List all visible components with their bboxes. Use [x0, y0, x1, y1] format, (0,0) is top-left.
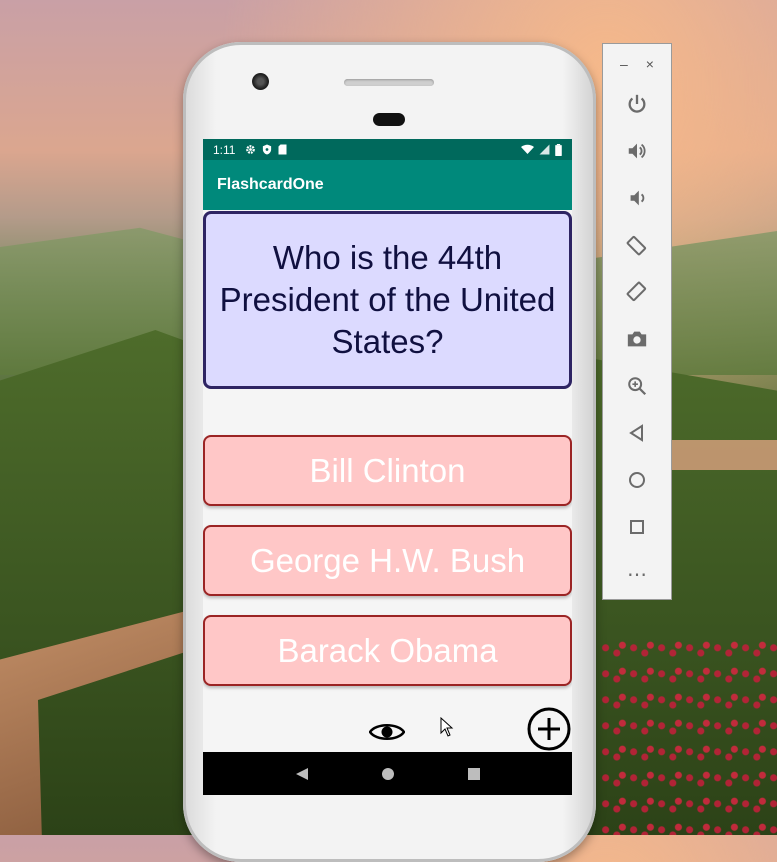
add-card-button[interactable] [527, 707, 571, 751]
power-button[interactable] [622, 89, 652, 119]
back-button[interactable] [622, 418, 652, 448]
minimize-button[interactable]: – [620, 56, 628, 72]
navigation-bar [203, 752, 572, 795]
front-camera [252, 73, 269, 90]
camera-icon [627, 331, 647, 347]
rotate-left-button[interactable] [622, 230, 652, 260]
flashcard-question[interactable]: Who is the 44th President of the United … [203, 211, 572, 389]
screenshot-button[interactable] [622, 324, 652, 354]
home-icon[interactable] [381, 767, 395, 781]
home-button[interactable] [622, 465, 652, 495]
zoom-icon [628, 377, 647, 396]
back-icon[interactable] [295, 767, 309, 781]
more-icon: ⋯ [627, 563, 647, 586]
app-title: FlashcardOne [217, 176, 324, 193]
signal-icon [539, 144, 550, 155]
zoom-button[interactable] [622, 371, 652, 401]
overview-button[interactable] [622, 512, 652, 542]
overview-icon [630, 520, 644, 534]
back-icon [629, 424, 643, 442]
device-screen: 1:11 FlashcardOne Who is the 44th Presid… [203, 139, 572, 795]
background-fence-right [672, 440, 777, 470]
shield-icon [263, 144, 272, 155]
answer-option-2[interactable]: George H.W. Bush [203, 525, 572, 596]
volume-up-icon [628, 143, 646, 159]
power-icon [628, 94, 646, 113]
answer-label: Bill Clinton [309, 451, 466, 489]
background-flowers [600, 640, 777, 835]
volume-up-button[interactable] [622, 136, 652, 166]
mouse-cursor [440, 717, 454, 737]
eye-icon [369, 724, 405, 740]
rotate-right-button[interactable] [622, 277, 652, 307]
rotate-right-icon [626, 281, 647, 302]
close-button[interactable]: × [646, 56, 654, 72]
status-time: 1:11 [213, 142, 236, 157]
earpiece-speaker [344, 79, 434, 86]
settings-icon [246, 145, 256, 154]
sd-card-icon [278, 144, 287, 155]
add-circle-icon [527, 707, 571, 751]
volume-down-button[interactable] [622, 183, 652, 213]
volume-down-icon [630, 190, 645, 206]
home-icon [629, 472, 645, 488]
battery-icon [555, 143, 562, 156]
status-bar: 1:11 [203, 139, 572, 160]
question-text: Who is the 44th President of the United … [219, 239, 556, 360]
answer-label: Barack Obama [277, 631, 498, 669]
app-bar: FlashcardOne [203, 160, 572, 210]
rotate-left-icon [626, 235, 647, 256]
wifi-icon [521, 144, 534, 154]
answer-option-1[interactable]: Bill Clinton [203, 435, 572, 506]
more-button[interactable]: ⋯ [622, 559, 652, 589]
emulator-toolbar: – × ⋯ [602, 43, 672, 600]
answer-option-3[interactable]: Barack Obama [203, 615, 572, 686]
answer-label: George H.W. Bush [249, 541, 526, 579]
toggle-answers-button[interactable] [369, 719, 405, 745]
proximity-sensor [373, 113, 405, 126]
overview-icon[interactable] [467, 767, 481, 781]
